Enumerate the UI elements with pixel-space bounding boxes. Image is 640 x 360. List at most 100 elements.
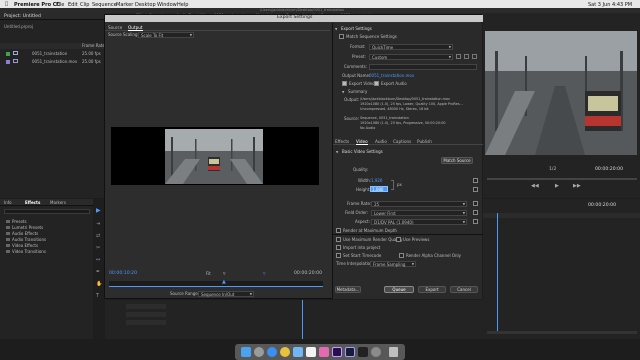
selection-tool-icon[interactable]: ▶ (96, 207, 101, 214)
timeline-playhead[interactable] (302, 300, 303, 339)
razor-icon[interactable]: ✂ (96, 245, 100, 251)
import-project-checkbox[interactable] (336, 245, 341, 250)
playhead[interactable] (497, 213, 498, 333)
track-row[interactable] (126, 312, 166, 317)
fit-dropdown[interactable]: Fit (206, 272, 211, 276)
set-out-point-icon[interactable]: ▿ (263, 271, 266, 277)
export-button[interactable]: Export (418, 286, 446, 293)
frame-rate-dropdown[interactable]: 25 ▼ (371, 201, 467, 207)
preview-timecode-in[interactable]: 00:00:10:20 (109, 271, 137, 277)
time-interp-dropdown[interactable]: Frame Sampling ▼ (370, 261, 416, 267)
settings-icon[interactable] (371, 347, 381, 357)
photos-icon[interactable] (319, 347, 329, 357)
play-icon[interactable]: ▶ (555, 183, 559, 189)
export-video-checkbox[interactable] (342, 81, 347, 86)
tab-captions[interactable]: Captions (393, 139, 411, 144)
width-checkbox[interactable] (473, 178, 478, 183)
list-item[interactable]: 0051_trainstation 25.00 fps (0, 50, 106, 57)
terminal-icon[interactable] (358, 347, 368, 357)
chevron-down-icon[interactable]: ▼ (342, 90, 344, 94)
delete-preset-icon[interactable] (472, 54, 477, 59)
export-settings-heading[interactable]: Export Settings (341, 27, 372, 31)
finder-icon[interactable] (241, 347, 251, 357)
menu-marker[interactable]: Marker (116, 2, 133, 8)
set-in-point-icon[interactable]: ▿ (223, 271, 226, 277)
track-row[interactable] (126, 304, 166, 309)
frame-rate-checkbox[interactable] (473, 201, 478, 206)
comments-field[interactable] (369, 64, 477, 70)
tab-info[interactable]: Info (4, 201, 12, 205)
ripple-edit-icon[interactable]: ⇄ (96, 233, 100, 239)
basic-video-heading[interactable]: Basic Video Settings (342, 150, 383, 154)
pen-icon[interactable]: ✒ (96, 269, 100, 275)
track-row[interactable] (126, 320, 166, 325)
chevron-down-icon[interactable]: ▼ (335, 27, 337, 31)
launchpad-icon[interactable] (254, 347, 264, 357)
output-name-link[interactable]: 0051_trainstation.mov (369, 74, 414, 78)
menu-sequence[interactable]: Sequence (92, 2, 117, 8)
tab-markers[interactable]: Markers (50, 201, 66, 205)
type-icon[interactable]: T (96, 293, 99, 299)
column-frame-rate[interactable]: Frame Rate (82, 44, 105, 48)
height-checkbox[interactable] (473, 187, 478, 192)
menu-help[interactable]: Help (177, 2, 188, 8)
tab-effects[interactable]: Effects (25, 201, 40, 205)
step-forward-icon[interactable]: ▶▶ (573, 183, 581, 189)
menu-clip[interactable]: Clip (80, 2, 89, 8)
height-field[interactable]: 1,080 (370, 186, 388, 192)
queue-button[interactable]: Queue (384, 286, 414, 293)
premiere-icon[interactable] (332, 347, 342, 357)
program-scrubber[interactable] (487, 178, 637, 180)
menu-file[interactable]: File (56, 2, 64, 8)
tab-publish[interactable]: Publish (417, 139, 432, 144)
safari-icon[interactable] (267, 347, 277, 357)
menu-desktop[interactable]: Desktop (135, 2, 156, 8)
summary-label[interactable]: Summary (348, 90, 367, 94)
timeline-scrollbar[interactable] (487, 331, 637, 334)
tab-source[interactable]: Source (108, 25, 122, 30)
preset-dropdown[interactable]: Custom ▼ (369, 54, 453, 60)
preview-timeline-track[interactable] (109, 281, 323, 287)
source-range-dropdown[interactable]: Sequence In/Out ▼ (198, 291, 254, 297)
match-sequence-checkbox[interactable] (339, 34, 344, 39)
tab-effects[interactable]: Effects (335, 139, 349, 144)
field-order-dropdown[interactable]: Lower First ▼ (371, 210, 467, 216)
hand-icon[interactable]: ✋ (96, 281, 102, 287)
set-start-tc-checkbox[interactable] (336, 253, 341, 258)
render-max-depth-checkbox[interactable] (336, 228, 341, 233)
menu-edit[interactable]: Edit (68, 2, 78, 8)
menu-window[interactable]: Window (157, 2, 177, 8)
field-order-checkbox[interactable] (473, 210, 478, 215)
use-previews-checkbox[interactable] (396, 237, 401, 242)
effects-search[interactable] (4, 209, 90, 214)
step-back-icon[interactable]: ◀◀ (531, 183, 539, 189)
link-dimensions-icon[interactable] (391, 180, 394, 190)
source-scaling-dropdown[interactable]: Scale To Fit ▼ (138, 32, 194, 38)
timeline-ruler[interactable] (483, 213, 640, 218)
metadata-button[interactable]: Metadata... (335, 286, 361, 293)
project-title[interactable]: Project: Untitled (4, 14, 41, 20)
export-audio-checkbox[interactable] (374, 81, 379, 86)
apple-icon[interactable]:  (5, 1, 8, 7)
track-select-icon[interactable]: ⇥ (96, 221, 100, 227)
format-dropdown[interactable]: QuickTime ▼ (369, 44, 453, 50)
app-name[interactable]: Premiere Pro CC (14, 2, 60, 8)
import-preset-icon[interactable] (464, 54, 469, 59)
tab-audio[interactable]: Audio (375, 139, 387, 144)
calendar-icon[interactable] (306, 347, 316, 357)
program-fraction[interactable]: 1/2 (549, 167, 556, 173)
render-alpha-checkbox[interactable] (399, 253, 404, 258)
save-preset-icon[interactable] (456, 54, 461, 59)
mail-icon[interactable] (293, 347, 303, 357)
chrome-icon[interactable] (280, 347, 290, 357)
cancel-button[interactable]: Cancel (450, 286, 478, 293)
clock[interactable]: Sat 3 Jun 4:43 PM (588, 2, 632, 8)
list-item[interactable]: 0051_trainstation.mov 25.00 fps (0, 58, 106, 65)
playhead-marker-icon[interactable]: ▲ (222, 279, 226, 285)
aspect-checkbox[interactable] (473, 219, 478, 224)
use-max-render-checkbox[interactable] (336, 237, 341, 242)
tab-output[interactable]: Output (128, 25, 143, 31)
match-source-button[interactable]: Match Source (441, 157, 473, 164)
tab-video[interactable]: Video (356, 139, 368, 145)
media-encoder-icon[interactable] (345, 347, 355, 357)
